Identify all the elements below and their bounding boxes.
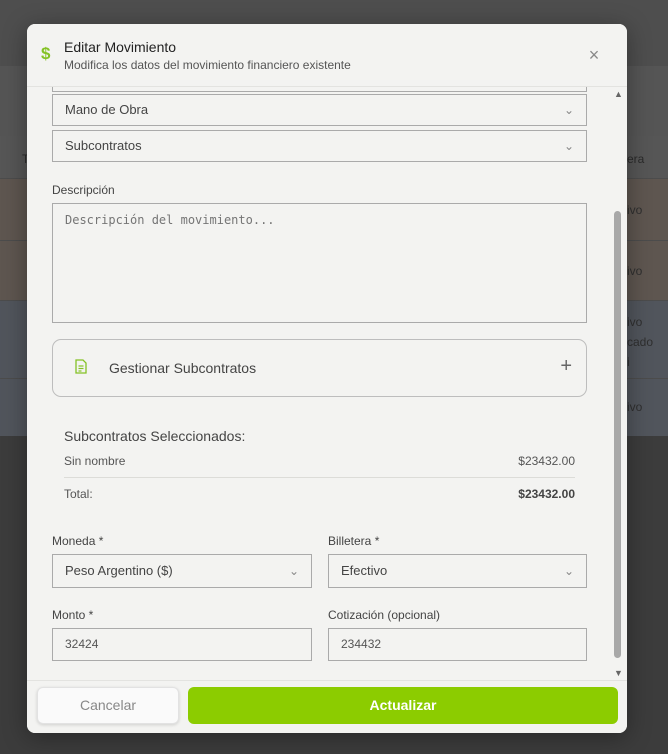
background-cell: ivo [627,203,643,217]
currency-select[interactable]: Peso Argentino ($) ⌄ [52,554,312,588]
amount-input[interactable]: 32424 [52,628,312,661]
selected-subcontracts-title: Subcontratos Seleccionados: [64,428,246,444]
background-cell: cado [627,335,654,349]
selected-item-name: Sin nombre [64,454,126,468]
total-label: Total: [64,487,93,501]
wallet-select[interactable]: Efectivo ⌄ [328,554,587,588]
background-cell: ivo [627,400,643,414]
background-cell: ivo [627,264,643,278]
concept-value: Subcontratos [65,138,142,153]
document-icon [75,359,87,374]
scroll-up-arrow-icon[interactable]: ▲ [614,89,623,99]
chevron-down-icon: ⌄ [563,564,574,578]
chevron-down-icon: ⌄ [563,139,574,153]
cancel-button[interactable]: Cancelar [37,687,179,724]
update-button[interactable]: Actualizar [188,687,618,724]
amount-label: Monto * [52,608,94,622]
chevron-down-icon: ⌄ [563,103,574,117]
total-amount: $23432.00 [518,487,575,501]
exchange-rate-label: Cotización (opcional) [328,608,441,622]
dialog-body[interactable]: Mano de Obra ⌄ Subcontratos ⌄ Descripció… [27,87,627,680]
background-cell: i [627,355,630,369]
description-label: Descripción [52,183,115,197]
plus-icon: + [560,355,572,377]
description-textarea[interactable] [52,203,587,323]
chevron-down-icon: ⌄ [288,564,299,578]
manage-subcontracts-label: Gestionar Subcontratos [109,360,257,376]
scrollbar[interactable]: ▲ ▼ [613,87,623,680]
selected-item-amount: $23432.00 [518,454,575,468]
category-select-partial[interactable] [52,87,587,92]
background-col-header-right: era [627,152,645,166]
dialog-subtitle: Modifica los datos del movimiento financ… [64,58,351,72]
divider [64,477,575,478]
concept-select[interactable]: Subcontratos ⌄ [52,130,587,162]
dialog-header: $ Editar Movimiento Modifica los datos d… [27,24,627,87]
edit-movement-dialog: $ Editar Movimiento Modifica los datos d… [27,24,627,733]
scroll-down-arrow-icon[interactable]: ▼ [614,668,623,678]
wallet-label: Billetera * [328,534,380,548]
currency-label: Moneda * [52,534,104,548]
subcategory-value: Mano de Obra [65,102,149,117]
currency-value: Peso Argentino ($) [65,563,173,578]
wallet-value: Efectivo [341,563,388,578]
close-button[interactable]: × [583,44,605,66]
background-cell: ivo [627,315,643,329]
dialog-footer: Cancelar Actualizar [27,680,627,733]
subcategory-select[interactable]: Mano de Obra ⌄ [52,94,587,126]
dollar-icon: $ [41,44,51,63]
manage-subcontracts-button[interactable]: Gestionar Subcontratos + [52,339,587,397]
exchange-rate-input[interactable]: 234432 [328,628,587,661]
dialog-title: Editar Movimiento [64,39,177,55]
scrollbar-thumb[interactable] [614,211,621,658]
